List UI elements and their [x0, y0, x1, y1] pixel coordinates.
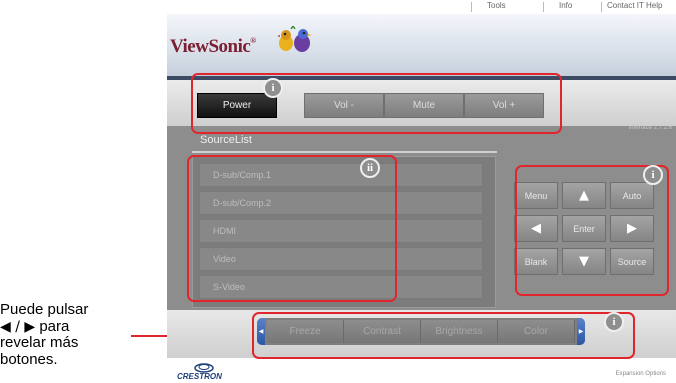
footer	[167, 358, 676, 383]
birds-logo-icon	[277, 26, 312, 52]
caption-line-3: revelar más	[0, 334, 79, 351]
brand-header: ViewSonic®	[167, 14, 676, 76]
annotation-badge-ii: ii	[360, 158, 380, 178]
top-link-bar: Tools Info Contact IT Help	[167, 0, 676, 15]
top-separator	[471, 2, 472, 12]
caption-text: Puede pulsar ◀ / ▶ para revelar más boto…	[0, 301, 135, 368]
info-link[interactable]: Info	[559, 1, 572, 10]
top-separator	[601, 2, 602, 12]
top-separator	[543, 2, 544, 12]
caption-line-1: Puede pulsar	[0, 301, 89, 318]
caption-arrows: ◀ / ▶	[0, 318, 36, 335]
annotation-box-power	[191, 73, 562, 134]
source-list-title: SourceList	[200, 134, 252, 146]
expansion-options-link[interactable]: Expansion Options	[616, 371, 666, 377]
annotation-badge-i: i	[643, 165, 663, 185]
annotation-box-control-pad	[515, 165, 669, 296]
annotation-box-toolbar	[252, 312, 635, 359]
crestron-logo: CRESTRON	[177, 362, 237, 382]
annotation-badge-i: i	[604, 312, 624, 332]
tools-link[interactable]: Tools	[487, 1, 506, 10]
viewsonic-logo: ViewSonic®	[170, 36, 256, 57]
annotation-badge-i: i	[263, 78, 283, 98]
source-list-divider	[192, 151, 497, 153]
crestron-wordmark: CRESTRON	[177, 372, 222, 381]
interface-version: Interface 2.7.2.6	[628, 125, 672, 131]
caption-line-4: botones.	[0, 350, 58, 368]
contact-it-help-link[interactable]: Contact IT Help	[607, 1, 662, 10]
caption-line-2: para	[39, 317, 70, 335]
